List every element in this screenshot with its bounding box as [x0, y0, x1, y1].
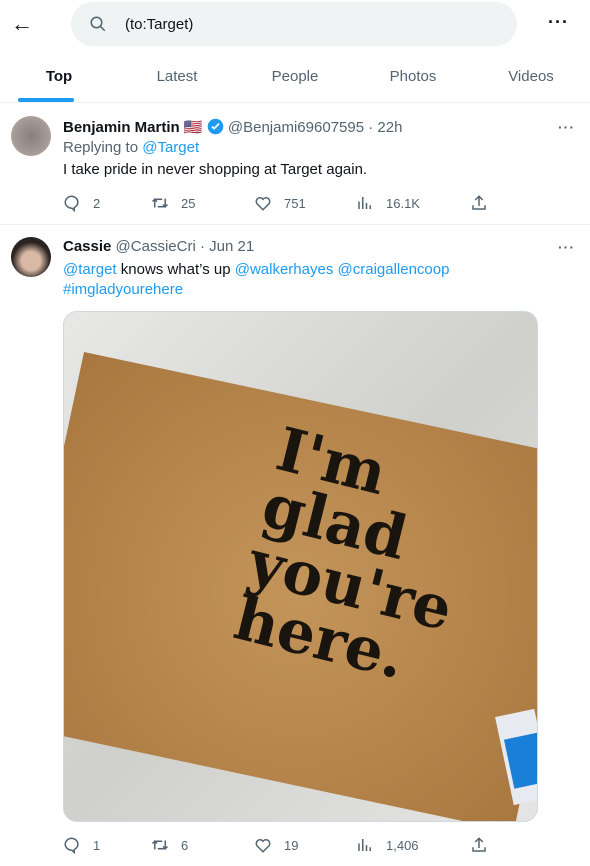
- share-icon: [472, 837, 486, 852]
- display-name[interactable]: Cassie: [63, 238, 111, 255]
- more-options-icon[interactable]: ···: [548, 12, 569, 33]
- like-button[interactable]: 19: [254, 836, 298, 854]
- like-button[interactable]: 751: [254, 194, 306, 212]
- mention-link[interactable]: @walkerhayes: [235, 261, 334, 278]
- share-button[interactable]: [470, 194, 488, 212]
- tab-videos[interactable]: Videos: [472, 50, 590, 102]
- avatar[interactable]: [11, 237, 51, 277]
- tweet-text: I take pride in never shopping at Target…: [63, 161, 368, 178]
- mention-link[interactable]: @Target: [142, 139, 199, 156]
- tab-top[interactable]: Top: [0, 50, 118, 102]
- back-arrow-icon[interactable]: ←: [10, 12, 34, 36]
- retweet-button[interactable]: 6: [151, 836, 188, 854]
- display-name[interactable]: Benjamin Martin: [63, 119, 180, 136]
- search-icon: [90, 16, 106, 32]
- handle[interactable]: @CassieCri: [116, 238, 196, 255]
- retweet-icon: [151, 840, 169, 850]
- tweet[interactable]: Benjamin Martin 🇺🇸 @Benjami69607595 · 22…: [0, 103, 590, 225]
- views-button[interactable]: 16.1K: [356, 194, 420, 212]
- verified-badge-icon: [207, 118, 224, 135]
- more-icon[interactable]: ···: [558, 119, 575, 135]
- tab-latest[interactable]: Latest: [118, 50, 236, 102]
- heart-icon: [255, 839, 271, 853]
- timestamp[interactable]: 22h: [377, 119, 402, 136]
- avatar[interactable]: [11, 116, 51, 156]
- hashtag-link[interactable]: #imgladyourehere: [63, 281, 183, 298]
- views-button[interactable]: 1,406: [356, 836, 419, 854]
- retweet-button[interactable]: 25: [151, 194, 195, 212]
- reply-button[interactable]: 1: [63, 836, 100, 854]
- share-icon: [472, 195, 486, 210]
- reply-button[interactable]: 2: [63, 194, 100, 212]
- header: ← (to:Target) ···: [0, 0, 590, 50]
- tab-people[interactable]: People: [236, 50, 354, 102]
- mention-link[interactable]: @target: [63, 261, 117, 278]
- tweet-photo[interactable]: I'm glad you're here.: [63, 311, 538, 822]
- flag-icon: 🇺🇸: [183, 119, 203, 136]
- share-button[interactable]: [470, 836, 488, 854]
- timestamp[interactable]: Jun 21: [209, 238, 254, 255]
- views-icon: [358, 197, 371, 209]
- tab-photos[interactable]: Photos: [354, 50, 472, 102]
- retweet-icon: [151, 198, 169, 208]
- reply-icon: [64, 837, 79, 854]
- views-icon: [358, 839, 371, 851]
- more-icon[interactable]: ···: [558, 239, 575, 255]
- search-value: (to:Target): [125, 15, 194, 33]
- mention-link[interactable]: @craigallencoop: [338, 261, 450, 278]
- tab-bar: Top Latest People Photos Videos: [0, 50, 590, 103]
- heart-icon: [255, 197, 271, 211]
- handle[interactable]: @Benjami69607595: [228, 119, 364, 136]
- tweet-text: @target knows what’s up @walkerhayes @cr…: [63, 261, 450, 278]
- search-input[interactable]: (to:Target): [71, 2, 517, 46]
- reply-icon: [64, 195, 79, 212]
